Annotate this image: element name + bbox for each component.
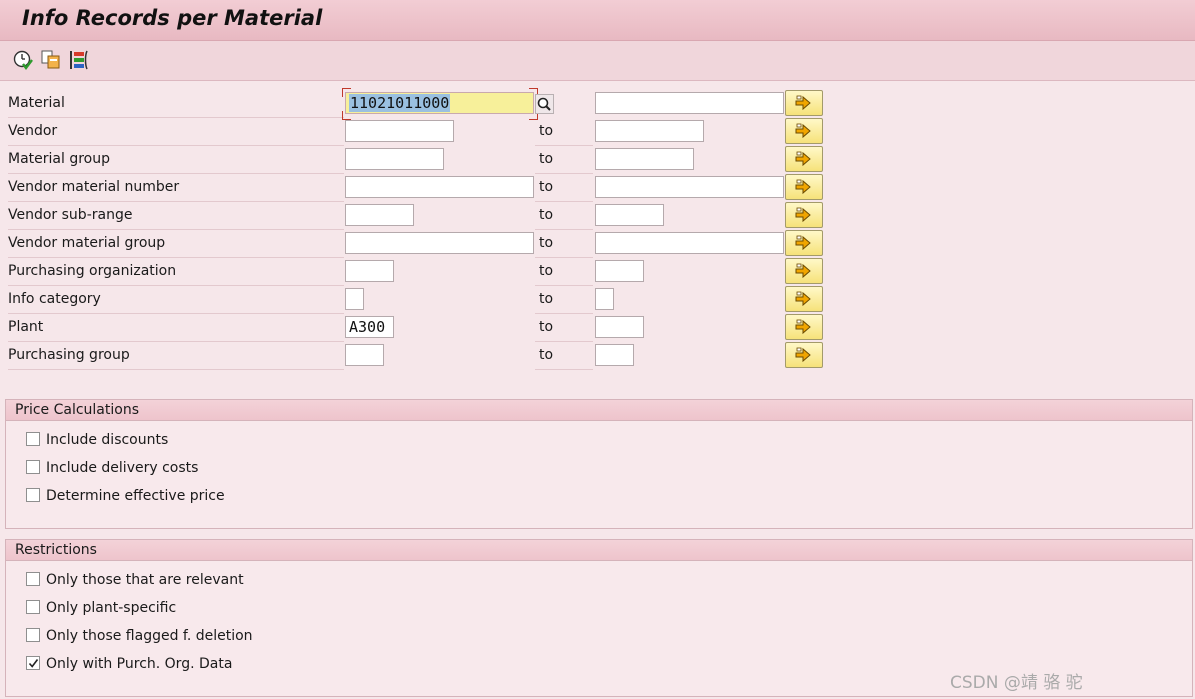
page-title: Info Records per Material (22, 6, 323, 30)
vendor-material-number-to-input[interactable] (595, 176, 784, 198)
vendor-from-input[interactable] (345, 120, 454, 142)
purchasing-group-from-input[interactable] (345, 344, 384, 366)
label-vendor: Vendor (8, 118, 344, 146)
arrow-right-icon (795, 263, 811, 279)
vendor-to-input[interactable] (595, 120, 704, 142)
purchasing-group-to-input[interactable] (595, 344, 634, 366)
vendor-sub-range-to-input[interactable] (595, 204, 664, 226)
multiple-selection-button-info-category[interactable] (785, 286, 823, 312)
label-vendor-material-group: Vendor material group (8, 230, 344, 258)
watermark: CSDN @靖 骆 驼 (950, 673, 1083, 693)
multiple-selection-button-purchasing-group[interactable] (785, 342, 823, 368)
arrow-right-icon (795, 151, 811, 167)
vendor-material-number-from-input[interactable] (345, 176, 534, 198)
checkbox[interactable] (26, 432, 40, 446)
title-bar: Info Records per Material (0, 0, 1195, 41)
arrow-right-icon (795, 319, 811, 335)
checkmark-icon (28, 659, 39, 668)
execute-icon[interactable] (12, 49, 34, 71)
arrow-right-icon (795, 95, 811, 111)
checkbox[interactable] (26, 628, 40, 642)
purchasing-organization-from-input[interactable] (345, 260, 394, 282)
search-help-button[interactable] (535, 94, 554, 114)
label-purchasing-group: Purchasing group (8, 342, 344, 370)
get-variant-icon[interactable] (40, 49, 62, 71)
plant-from-input[interactable]: A300 (345, 316, 394, 338)
plant-to-input[interactable] (595, 316, 644, 338)
to-label: to (535, 286, 593, 314)
price-calculations-group: Price Calculations Include discounts Inc… (5, 399, 1193, 529)
selection-options-icon[interactable] (68, 49, 90, 71)
checkbox[interactable] (26, 572, 40, 586)
magnifier-icon (537, 97, 551, 111)
multiple-selection-button-material[interactable] (785, 90, 823, 116)
label-info-category: Info category (8, 286, 344, 314)
arrow-right-icon (795, 179, 811, 195)
to-label: to (535, 258, 593, 286)
multiple-selection-button-plant[interactable] (785, 314, 823, 340)
label-material-group: Material group (8, 146, 344, 174)
to-label: to (535, 230, 593, 258)
group-title: Restrictions (6, 540, 1192, 561)
vendor-sub-range-from-input[interactable] (345, 204, 414, 226)
material-group-from-input[interactable] (345, 148, 444, 170)
to-label: to (535, 202, 593, 230)
group-title: Price Calculations (6, 400, 1192, 421)
arrow-right-icon (795, 207, 811, 223)
checkbox[interactable] (26, 488, 40, 502)
purchasing-organization-to-input[interactable] (595, 260, 644, 282)
checkbox[interactable] (26, 460, 40, 474)
to-label: to (535, 118, 593, 146)
multiple-selection-button-vendor-material-group[interactable] (785, 230, 823, 256)
label-vendor-material-number: Vendor material number (8, 174, 344, 202)
checkbox-checked[interactable] (26, 656, 40, 670)
info-category-from-input[interactable] (345, 288, 364, 310)
to-label: to (535, 174, 593, 202)
material-from-input[interactable]: 11021011000 (345, 92, 534, 114)
material-to-input[interactable] (595, 92, 784, 114)
to-label: to (535, 314, 593, 342)
label-plant: Plant (8, 314, 344, 342)
label-vendor-sub-range: Vendor sub-range (8, 202, 344, 230)
vendor-material-group-from-input[interactable] (345, 232, 534, 254)
material-group-to-input[interactable] (595, 148, 694, 170)
arrow-right-icon (795, 291, 811, 307)
to-label: to (535, 342, 593, 370)
arrow-right-icon (795, 347, 811, 363)
multiple-selection-button-purchasing-organization[interactable] (785, 258, 823, 284)
multiple-selection-button-material-group[interactable] (785, 146, 823, 172)
to-label: to (535, 146, 593, 174)
arrow-right-icon (795, 123, 811, 139)
checkbox[interactable] (26, 600, 40, 614)
multiple-selection-button-vendor[interactable] (785, 118, 823, 144)
application-toolbar (0, 41, 1195, 81)
label-purchasing-organization: Purchasing organization (8, 258, 344, 286)
multiple-selection-button-vendor-sub-range[interactable] (785, 202, 823, 228)
multiple-selection-button-vendor-material-number[interactable] (785, 174, 823, 200)
arrow-right-icon (795, 235, 811, 251)
vendor-material-group-to-input[interactable] (595, 232, 784, 254)
info-category-to-input[interactable] (595, 288, 614, 310)
label-material: Material (8, 90, 344, 118)
